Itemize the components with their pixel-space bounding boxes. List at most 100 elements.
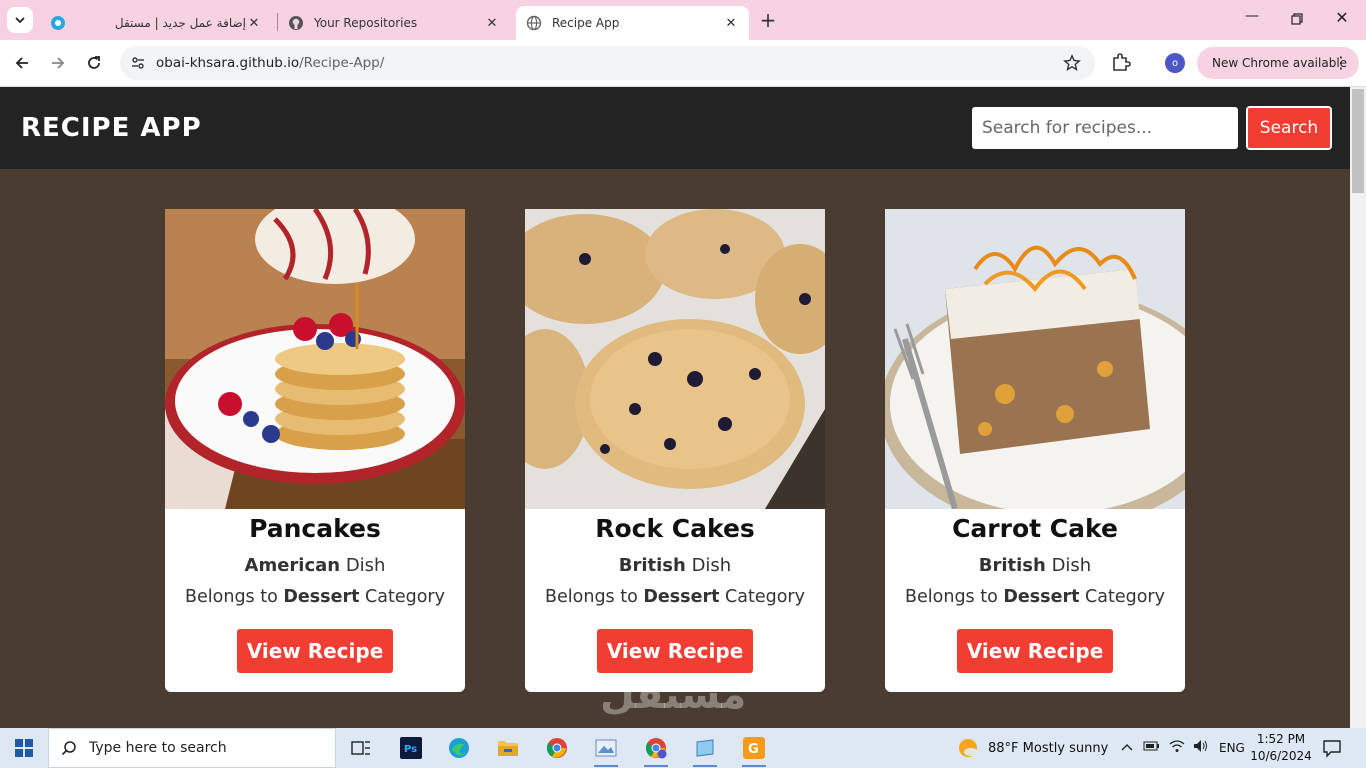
volume-icon[interactable] bbox=[1193, 739, 1209, 757]
category-value: Dessert bbox=[643, 587, 720, 607]
area-suffix: Dish bbox=[340, 555, 386, 576]
address-bar[interactable]: obai-khsara.github.io/Recipe-App/ bbox=[120, 46, 1095, 80]
url-text: obai-khsara.github.io/Recipe-App/ bbox=[156, 55, 384, 71]
tab-repositories[interactable]: Your Repositories ✕ bbox=[278, 6, 510, 40]
tab-title: إضافة عمل جديد | مستقل bbox=[114, 16, 246, 30]
site-settings-icon[interactable] bbox=[120, 55, 156, 71]
recipe-category: Belongs to Dessert Category bbox=[885, 587, 1185, 607]
arrow-left-icon bbox=[15, 57, 28, 69]
view-recipe-button[interactable]: View Recipe bbox=[956, 629, 1114, 673]
weather-widget[interactable]: 88°F Mostly sunny bbox=[957, 728, 1108, 768]
chrome-icon[interactable] bbox=[543, 734, 571, 762]
more-menu-icon[interactable]: ⋮ bbox=[1333, 53, 1349, 72]
area-value: British bbox=[618, 555, 686, 576]
taskbar-search-placeholder: Type here to search bbox=[89, 740, 227, 756]
view-recipe-button[interactable]: View Recipe bbox=[236, 629, 394, 673]
carrot-cake-photo bbox=[885, 209, 1185, 509]
category-suffix: Category bbox=[359, 587, 445, 607]
recipe-category: Belongs to Dessert Category bbox=[165, 587, 465, 607]
category-value: Dessert bbox=[1003, 587, 1080, 607]
chevron-up-icon[interactable] bbox=[1121, 741, 1133, 756]
extensions-puzzle-icon[interactable] bbox=[1110, 51, 1132, 77]
back-button[interactable] bbox=[9, 50, 35, 76]
notes-app-icon[interactable] bbox=[691, 734, 719, 767]
chrome-profile-icon[interactable] bbox=[642, 734, 670, 767]
close-tab-icon[interactable]: ✕ bbox=[723, 15, 739, 31]
photoshop-icon[interactable]: Ps bbox=[397, 734, 425, 762]
recipe-name: Carrot Cake bbox=[952, 514, 1118, 543]
new-tab-button[interactable]: + bbox=[757, 9, 779, 31]
windows-taskbar: Type here to search Ps G 88°F Mostly sun… bbox=[0, 728, 1366, 768]
system-tray-icons[interactable]: ENG bbox=[1121, 728, 1245, 768]
wifi-icon[interactable] bbox=[1169, 739, 1185, 757]
recipe-area: British Dish bbox=[525, 555, 825, 576]
arrow-right-icon bbox=[52, 57, 65, 69]
browser-tab-strip: إضافة عمل جديد | مستقل ✕ Your Repositori… bbox=[0, 0, 1366, 40]
chrome-update-button[interactable]: New Chrome available ⋮ bbox=[1197, 47, 1359, 79]
browser-toolbar: obai-khsara.github.io/Recipe-App/ o New … bbox=[0, 40, 1366, 87]
close-tab-icon[interactable]: ✕ bbox=[484, 15, 500, 31]
tab-recipe-app[interactable]: Recipe App ✕ bbox=[516, 6, 749, 40]
partly-sunny-icon bbox=[959, 739, 978, 757]
recipe-search-input[interactable] bbox=[972, 107, 1238, 149]
url-path: /Recipe-App/ bbox=[299, 55, 385, 71]
globe-icon bbox=[526, 15, 542, 31]
recipe-card: Rock Cakes British Dish Belongs to Desse… bbox=[525, 209, 825, 692]
tab-title: Recipe App bbox=[552, 16, 620, 30]
taskbar-search-box[interactable]: Type here to search bbox=[48, 728, 336, 768]
area-value: American bbox=[244, 555, 341, 576]
recipe-name: Pancakes bbox=[249, 514, 381, 543]
task-view-icon[interactable] bbox=[347, 734, 375, 762]
recipe-name: Rock Cakes bbox=[595, 514, 755, 543]
tab-mostaql[interactable]: إضافة عمل جديد | مستقل ✕ bbox=[40, 6, 272, 40]
category-suffix: Category bbox=[1079, 587, 1165, 607]
github-icon bbox=[288, 15, 304, 31]
app-title: RECIPE APP bbox=[21, 113, 202, 143]
category-suffix: Category bbox=[719, 587, 805, 607]
page-scrollbar[interactable] bbox=[1350, 87, 1366, 728]
rock-cakes-photo bbox=[525, 209, 825, 509]
tab-search-button[interactable] bbox=[7, 7, 33, 33]
bookmark-star-icon[interactable] bbox=[1063, 54, 1081, 76]
close-tab-icon[interactable]: ✕ bbox=[246, 15, 262, 31]
clock-date: 10/6/2024 bbox=[1250, 749, 1312, 763]
recipe-card: Pancakes American Dish Belongs to Desser… bbox=[165, 209, 465, 692]
edge-icon[interactable] bbox=[445, 734, 473, 762]
area-value: British bbox=[978, 555, 1046, 576]
pdf-app-icon[interactable]: G bbox=[740, 734, 768, 767]
profile-avatar[interactable]: o bbox=[1165, 53, 1185, 73]
battery-icon[interactable] bbox=[1143, 740, 1161, 756]
language-indicator[interactable]: ENG bbox=[1219, 741, 1245, 755]
recipe-app-page: RECIPE APP Search for recipes... Search … bbox=[0, 87, 1350, 728]
view-recipe-button[interactable]: View Recipe bbox=[596, 629, 754, 673]
forward-button[interactable] bbox=[45, 50, 71, 76]
mostaql-favicon-icon bbox=[50, 15, 66, 31]
category-prefix: Belongs to bbox=[905, 587, 1004, 607]
svg-text:G: G bbox=[748, 742, 759, 757]
taskbar-clock[interactable]: 1:52 PM 10/6/2024 bbox=[1250, 731, 1312, 765]
recipe-category: Belongs to Dessert Category bbox=[525, 587, 825, 607]
file-explorer-icon[interactable] bbox=[494, 734, 522, 762]
restore-button[interactable] bbox=[1284, 8, 1310, 32]
area-suffix: Dish bbox=[685, 555, 732, 576]
clock-time: 1:52 PM bbox=[1256, 732, 1306, 746]
minimize-button[interactable]: — bbox=[1239, 8, 1265, 32]
area-suffix: Dish bbox=[1045, 555, 1092, 576]
close-window-button[interactable]: ✕ bbox=[1329, 8, 1355, 32]
windows-logo-icon bbox=[15, 739, 33, 757]
start-button[interactable] bbox=[0, 728, 48, 768]
url-host: obai-khsara.github.io bbox=[156, 55, 300, 71]
pancakes-photo bbox=[165, 209, 465, 509]
category-prefix: Belongs to bbox=[185, 587, 284, 607]
recipe-area: American Dish bbox=[165, 555, 465, 576]
scrollbar-thumb[interactable] bbox=[1352, 89, 1364, 193]
category-value: Dessert bbox=[283, 587, 360, 607]
search-icon bbox=[49, 740, 89, 756]
recipe-card: Carrot Cake British Dish Belongs to Dess… bbox=[885, 209, 1185, 692]
app-header: RECIPE APP Search bbox=[0, 87, 1350, 169]
search-button[interactable]: Search bbox=[1246, 106, 1332, 150]
reload-icon bbox=[88, 56, 100, 69]
reload-button[interactable] bbox=[81, 50, 107, 76]
photo-viewer-icon[interactable] bbox=[592, 734, 620, 767]
notifications-icon[interactable] bbox=[1322, 738, 1342, 762]
